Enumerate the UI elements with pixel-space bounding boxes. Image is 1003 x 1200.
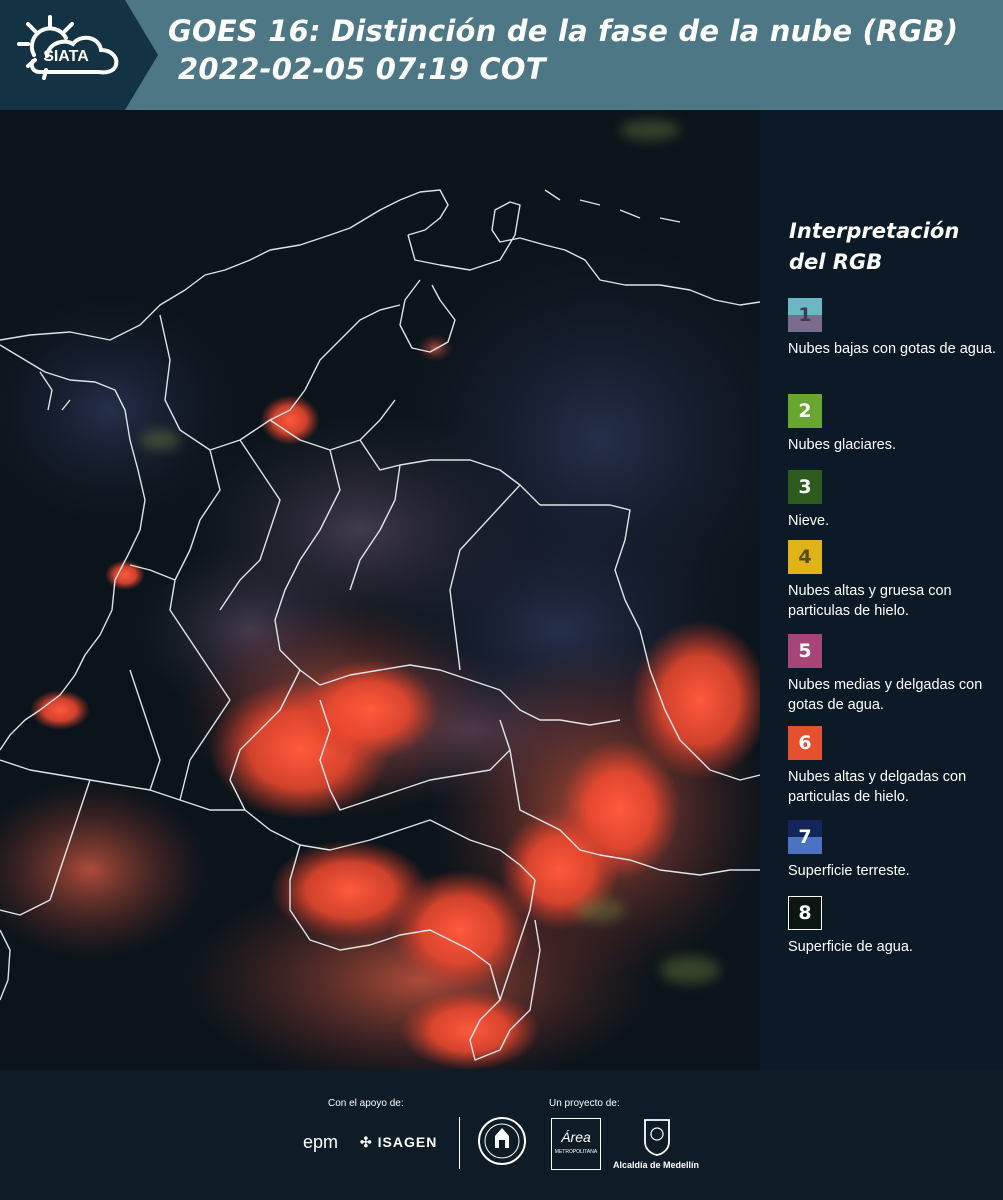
legend-label-8: Superficie de agua. — [788, 939, 913, 955]
legend-swatch-7: 7 — [788, 820, 822, 854]
legend-title-line-2: del RGB — [789, 250, 883, 274]
legend-swatch-1: 1 — [788, 298, 822, 332]
legend-panel: Interpretación del RGB 1 Nubes bajas con… — [760, 110, 1003, 1070]
legend-item-2: 2 Nubes glaciares. — [788, 394, 998, 455]
legend-item-1: 1 Nubes bajas con gotas de agua. — [788, 298, 998, 359]
gobernacion-seal-icon — [478, 1117, 526, 1165]
title-line-2: 2022-02-05 07:19 COT — [178, 52, 546, 86]
legend-item-7: 7 Superficie terreste. — [788, 820, 998, 881]
legend-label-7: Superficie terreste. — [788, 863, 910, 879]
legend-swatch-6: 6 — [788, 726, 822, 760]
legend-item-5: 5 Nubes medias y delgadas con gotas de a… — [788, 634, 998, 715]
header-bar: SIATA GOES 16: Distinción de la fase de … — [0, 0, 1003, 110]
isagen-logo: ✣ ISAGEN — [360, 1134, 437, 1151]
siata-logo-icon: SIATA — [0, 0, 158, 110]
title-line-1: GOES 16: Distinción de la fase de la nub… — [168, 14, 959, 48]
legend-label-1: Nubes bajas con gotas de agua. — [788, 341, 996, 357]
alcaldia-logo-text: Alcaldía de Medellín — [613, 1160, 700, 1170]
epm-logo-text: epm — [303, 1132, 339, 1152]
area-metropolitana-logo: Área METROPOLITANA — [551, 1118, 601, 1170]
legend-label-2: Nubes glaciares. — [788, 437, 896, 453]
legend-item-6: 6 Nubes altas y delgadas con particulas … — [788, 726, 998, 807]
legend-swatch-4: 4 — [788, 540, 822, 574]
footer-divider — [459, 1117, 460, 1169]
legend-swatch-8: 8 — [788, 896, 822, 930]
legend-item-4: 4 Nubes altas y gruesa con particulas de… — [788, 540, 998, 621]
legend-swatch-2: 2 — [788, 394, 822, 428]
legend-title-line-1: Interpretación — [789, 219, 960, 243]
footer: Con el apoyo de: Un proyecto de: epm ✣ I… — [0, 1070, 1003, 1200]
legend-label-4: Nubes altas y gruesa con particulas de h… — [788, 583, 952, 619]
legend-title: Interpretación del RGB — [789, 216, 959, 278]
legend-swatch-3: 3 — [788, 470, 822, 504]
satellite-image — [0, 110, 760, 1070]
area-logo-text: Área — [561, 1129, 591, 1145]
isagen-logo-text: ISAGEN — [377, 1134, 438, 1150]
legend-label-6: Nubes altas y delgadas con particulas de… — [788, 769, 967, 805]
page-title: GOES 16: Distinción de la fase de la nub… — [168, 12, 958, 88]
epm-logo: epm — [303, 1132, 338, 1153]
legend-swatch-5: 5 — [788, 634, 822, 668]
siata-logo-panel: SIATA — [0, 0, 158, 110]
area-logo-subtext: METROPOLITANA — [554, 1149, 598, 1155]
alcaldia-shield-icon — [644, 1119, 670, 1156]
legend-item-3: 3 Nieve. — [788, 470, 998, 531]
legend-label-3: Nieve. — [788, 513, 830, 529]
isagen-mark-icon: ✣ — [360, 1134, 373, 1150]
legend-label-5: Nubes medias y delgadas con gotas de agu… — [788, 677, 983, 713]
legend-item-8: 8 Superficie de agua. — [788, 896, 998, 957]
support-label: Con el apoyo de: — [328, 1098, 404, 1109]
satellite-map — [0, 110, 760, 1070]
project-label: Un proyecto de: — [549, 1098, 620, 1109]
siata-logo-text: SIATA — [43, 48, 89, 65]
